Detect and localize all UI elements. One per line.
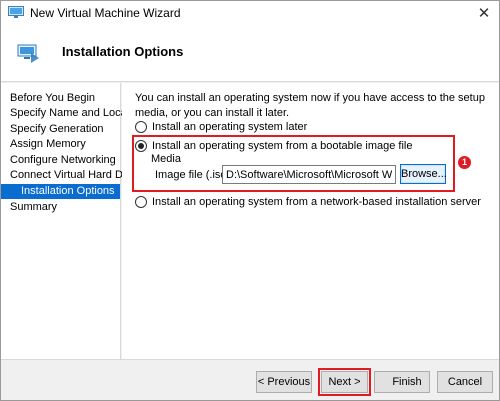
option-install-later[interactable]: Install an operating system later	[135, 120, 307, 134]
option-network-install[interactable]: Install an operating system from a netwo…	[135, 195, 481, 209]
media-group: Media Image file (.iso): Browse...	[148, 153, 449, 187]
wizard-header: Installation Options	[1, 24, 499, 82]
wizard-steps-nav: Before You Begin Specify Name and Locati…	[1, 83, 145, 359]
radio-network-install[interactable]	[135, 196, 147, 208]
nav-item-configure-networking[interactable]: Configure Networking	[1, 153, 120, 168]
nav-item-specify-generation[interactable]: Specify Generation	[1, 122, 120, 137]
option-install-later-label: Install an operating system later	[152, 121, 308, 133]
nav-item-specify-name-and-location[interactable]: Specify Name and Location	[1, 106, 145, 121]
hyper-v-icon	[8, 6, 24, 19]
nav-item-summary[interactable]: Summary	[1, 200, 120, 215]
option-network-install-label: Install an operating system from a netwo…	[152, 196, 481, 208]
media-group-label: Media	[151, 153, 181, 165]
nav-item-connect-virtual-hard-disk[interactable]: Connect Virtual Hard Disk	[1, 168, 136, 183]
virtual-machine-icon	[17, 42, 41, 64]
wizard-footer: < Previous Next > 2 Finish Cancel	[1, 359, 499, 400]
page-title: Installation Options	[62, 44, 184, 59]
close-icon[interactable]: ✕	[475, 4, 493, 22]
nav-item-before-you-begin[interactable]: Before You Begin	[1, 91, 120, 106]
main-content: You can install an operating system now …	[122, 83, 499, 359]
image-file-field[interactable]	[222, 165, 396, 184]
next-button[interactable]: Next >	[321, 371, 368, 393]
title-bar: New Virtual Machine Wizard ✕	[1, 1, 499, 24]
radio-install-later[interactable]	[135, 121, 147, 133]
finish-button[interactable]: Finish	[374, 371, 430, 393]
option-bootable-image[interactable]: Install an operating system from a boota…	[135, 139, 412, 153]
wizard-window: New Virtual Machine Wizard ✕ Installatio…	[0, 0, 500, 401]
browse-button[interactable]: Browse...	[400, 164, 447, 184]
cancel-button[interactable]: Cancel	[437, 371, 493, 393]
nav-item-assign-memory[interactable]: Assign Memory	[1, 137, 120, 152]
option-bootable-image-label: Install an operating system from a boota…	[152, 140, 413, 152]
previous-button[interactable]: < Previous	[256, 371, 312, 393]
nav-item-installation-options[interactable]: Installation Options	[1, 184, 120, 199]
intro-text: You can install an operating system now …	[135, 92, 485, 119]
window-title: New Virtual Machine Wizard	[30, 6, 181, 20]
radio-bootable-image[interactable]	[135, 140, 147, 152]
step-badge-1: 1	[458, 156, 471, 169]
